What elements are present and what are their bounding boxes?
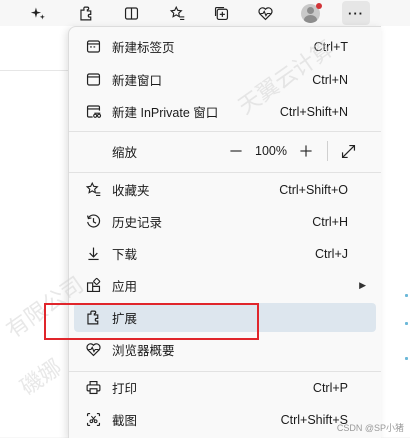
menu-item-label: 截图 <box>112 414 138 428</box>
collections-icon[interactable] <box>207 1 235 25</box>
browser-toolbar: ··· <box>0 0 410 26</box>
history-icon <box>84 213 102 231</box>
notification-dot <box>316 3 322 9</box>
favorites-icon <box>84 181 102 199</box>
menu-item-label: 浏览器概要 <box>112 344 175 358</box>
menu-separator <box>69 131 381 132</box>
annotation-highlight-box <box>44 303 259 340</box>
edge-mark <box>405 322 408 325</box>
zoom-controls: 100% <box>226 141 358 161</box>
inprivate-icon <box>84 103 102 121</box>
menu-item-label: 历史记录 <box>112 216 163 230</box>
menu-item-zoom: 缩放 100% <box>74 136 376 166</box>
menu-item-shortcut: Ctrl+Shift+N <box>279 104 348 119</box>
screenshot-icon <box>84 411 102 429</box>
zoom-spacer <box>84 142 102 160</box>
menu-item-label: 缩放 <box>112 145 138 160</box>
menu-item-print[interactable]: 打印 Ctrl+P <box>74 373 376 402</box>
menu-item-shortcut: Ctrl+P <box>312 380 348 395</box>
menu-item-label: 收藏夹 <box>112 184 150 198</box>
zoom-level: 100% <box>255 144 287 158</box>
menu-item-new-tab[interactable]: 新建标签页 Ctrl+T <box>74 32 376 61</box>
submenu-arrow-icon: ▶ <box>359 280 366 290</box>
more-button[interactable]: ··· <box>342 1 370 25</box>
menu-separator <box>69 172 381 173</box>
print-icon <box>84 379 102 397</box>
menu-item-screenshot[interactable]: 截图 Ctrl+Shift+S <box>74 405 376 434</box>
menu-item-label: 新建标签页 <box>112 41 175 55</box>
more-icon: ··· <box>348 5 364 21</box>
browser-essentials-icon[interactable] <box>251 1 279 25</box>
menu-item-label: 新建 InPrivate 窗口 <box>112 106 219 120</box>
menu-item-label: 新建窗口 <box>112 74 163 88</box>
apps-icon <box>84 277 102 295</box>
extensions-icon[interactable] <box>72 1 100 25</box>
menu-item-new-window[interactable]: 新建窗口 Ctrl+N <box>74 65 376 94</box>
divider <box>0 70 70 71</box>
profile-button[interactable] <box>296 1 324 25</box>
download-icon <box>84 245 102 263</box>
new-tab-icon <box>84 38 102 56</box>
menu-item-shortcut: Ctrl+J <box>315 246 348 261</box>
menu-item-shortcut: Ctrl+Shift+O <box>279 182 348 197</box>
menu-item-new-inprivate-window[interactable]: 新建 InPrivate 窗口 Ctrl+Shift+N <box>74 97 376 126</box>
zoom-divider <box>327 141 328 161</box>
fullscreen-icon <box>341 144 355 158</box>
zoom-in-button[interactable] <box>296 141 316 161</box>
sparkle-icon[interactable] <box>24 1 52 25</box>
favorites-icon[interactable] <box>163 1 191 25</box>
menu-item-label: 应用 <box>112 280 138 294</box>
menu-item-apps[interactable]: 应用 ▶ <box>74 271 376 300</box>
menu-item-history[interactable]: 历史记录 Ctrl+H <box>74 207 376 236</box>
fullscreen-button[interactable] <box>338 141 358 161</box>
menu-item-label: 打印 <box>112 382 138 396</box>
edge-mark <box>405 294 408 297</box>
menu-separator <box>69 371 381 372</box>
menu-item-label: 下载 <box>112 248 138 262</box>
menu-item-shortcut: Ctrl+T <box>313 39 348 54</box>
menu-item-favorites[interactable]: 收藏夹 Ctrl+Shift+O <box>74 175 376 204</box>
zoom-out-button[interactable] <box>226 141 246 161</box>
menu-item-downloads[interactable]: 下载 Ctrl+J <box>74 239 376 268</box>
edge-mark <box>405 357 408 360</box>
split-screen-icon[interactable] <box>117 1 145 25</box>
source-credit: CSDN @SP小猪 <box>336 423 404 433</box>
settings-menu: 新建标签页 Ctrl+T 新建窗口 Ctrl+N 新建 InPrivate 窗口… <box>68 26 381 438</box>
menu-item-shortcut: Ctrl+H <box>312 214 348 229</box>
browser-essentials-icon <box>84 341 102 359</box>
menu-item-shortcut: Ctrl+N <box>312 72 348 87</box>
new-window-icon <box>84 71 102 89</box>
